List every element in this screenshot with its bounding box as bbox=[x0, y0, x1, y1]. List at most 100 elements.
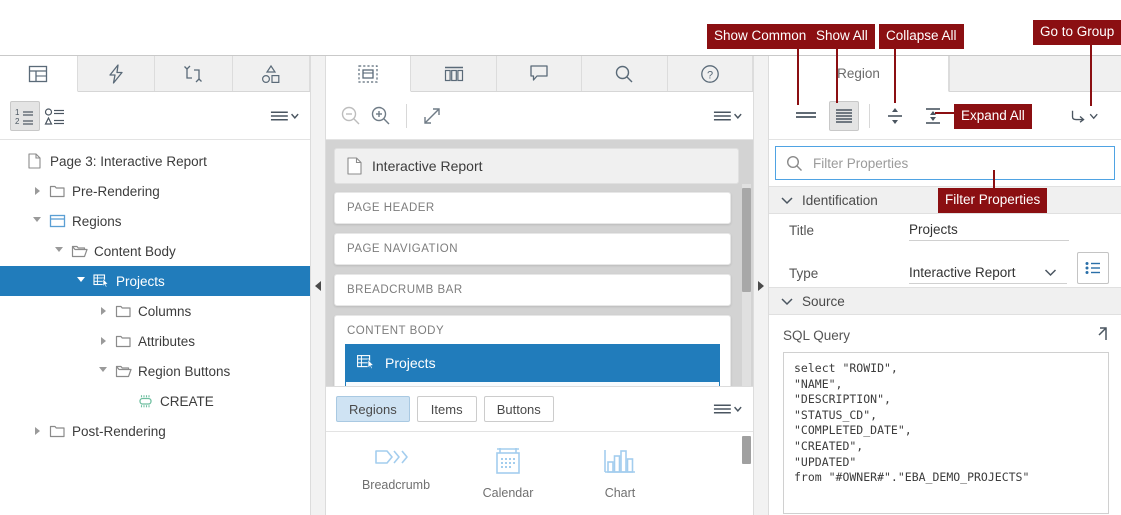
layout-row-page-navigation[interactable]: PAGE NAVIGATION bbox=[334, 233, 731, 265]
gallery-item-label: Breadcrumb bbox=[362, 478, 430, 492]
layout-row-breadcrumb-bar[interactable]: BREADCRUMB BAR bbox=[334, 274, 731, 306]
gallery-scroll-thumb[interactable] bbox=[742, 436, 751, 464]
gallery-tabstrip: Regions Items Buttons bbox=[326, 386, 753, 432]
collapse-left-arrow-icon[interactable] bbox=[315, 281, 321, 291]
page-title: Interactive Report bbox=[372, 158, 483, 174]
leader-filter-properties bbox=[993, 170, 995, 190]
layout-region-projects[interactable]: Projects bbox=[345, 344, 720, 382]
rendering-tree[interactable]: Page 3: Interactive ReportPre-RenderingR… bbox=[0, 140, 310, 515]
leader-collapse-all bbox=[894, 45, 896, 103]
page-icon bbox=[347, 157, 362, 175]
popout-icon[interactable] bbox=[1089, 325, 1109, 345]
filter-properties-input[interactable] bbox=[811, 155, 1104, 172]
tree-twisty-spacer bbox=[116, 386, 134, 416]
tab-help[interactable]: ? bbox=[668, 56, 753, 91]
svg-text:?: ? bbox=[707, 69, 713, 81]
layout-row-page-header[interactable]: PAGE HEADER bbox=[334, 192, 731, 224]
gallery-menu-button[interactable] bbox=[713, 394, 743, 424]
interactive-report-icon bbox=[90, 266, 112, 296]
expand-layout-button[interactable] bbox=[417, 101, 447, 131]
layout-region-body[interactable] bbox=[345, 382, 720, 386]
chevron-down-icon[interactable] bbox=[50, 236, 68, 266]
shapes-list-icon[interactable] bbox=[40, 101, 70, 131]
chevron-down-icon[interactable] bbox=[1040, 268, 1067, 277]
property-label: Type bbox=[789, 266, 909, 284]
tree-item-region-buttons[interactable]: Region Buttons bbox=[0, 356, 310, 386]
collapse-right-arrow-icon[interactable] bbox=[758, 281, 764, 291]
chevron-right-icon[interactable] bbox=[28, 176, 46, 206]
chevron-right-icon[interactable] bbox=[28, 416, 46, 446]
search-icon bbox=[786, 155, 803, 172]
gallery-tab-buttons[interactable]: Buttons bbox=[484, 396, 554, 422]
tab-messages[interactable] bbox=[497, 56, 582, 91]
collapse-all-button[interactable] bbox=[880, 101, 910, 131]
page-title-bar[interactable]: Interactive Report bbox=[334, 148, 739, 184]
chevron-down-icon[interactable] bbox=[72, 266, 90, 296]
tree-item-projects[interactable]: Projects bbox=[0, 266, 310, 296]
chevron-down-icon[interactable] bbox=[28, 206, 46, 236]
left-splitter[interactable] bbox=[310, 56, 326, 515]
property-row-title: Title Projects bbox=[769, 214, 1121, 244]
gallery-item-breadcrumb[interactable]: Breadcrumb bbox=[340, 446, 452, 515]
tab-grid[interactable] bbox=[411, 56, 496, 91]
show-all-button[interactable] bbox=[829, 101, 859, 131]
type-select[interactable]: Interactive Report bbox=[909, 265, 1067, 284]
numbered-list-icon[interactable]: 12 bbox=[10, 101, 40, 131]
gallery-item-chart[interactable]: Chart bbox=[564, 446, 676, 515]
go-to-group-button[interactable] bbox=[1069, 101, 1099, 131]
property-editor-toolbar bbox=[769, 92, 1121, 140]
title-field[interactable]: Projects bbox=[909, 222, 1069, 241]
tree-item-regions[interactable]: Regions bbox=[0, 206, 310, 236]
left-panel-menu-button[interactable] bbox=[270, 101, 300, 131]
tab-shared-components[interactable] bbox=[233, 56, 311, 91]
tab-page-search[interactable] bbox=[582, 56, 667, 91]
property-group-source[interactable]: Source bbox=[769, 287, 1121, 315]
folder-open-icon bbox=[68, 236, 90, 266]
gallery[interactable]: Breadcrumb Calendar Chart bbox=[326, 432, 753, 515]
tree-item-content-body[interactable]: Content Body bbox=[0, 236, 310, 266]
tree-item-post-rendering[interactable]: Post-Rendering bbox=[0, 416, 310, 446]
tab-processing[interactable] bbox=[155, 56, 233, 91]
layout-toolbar bbox=[326, 92, 753, 140]
filter-properties-bar[interactable] bbox=[775, 146, 1115, 180]
tree-item-label: Attributes bbox=[134, 334, 195, 349]
tab-layout[interactable] bbox=[326, 56, 411, 92]
gallery-tab-regions[interactable]: Regions bbox=[336, 396, 410, 422]
layout-tabstrip: ? bbox=[326, 56, 753, 92]
expand-all-button[interactable] bbox=[918, 101, 948, 131]
layout-menu-button[interactable] bbox=[713, 101, 743, 131]
canvas-scroll-thumb[interactable] bbox=[742, 188, 751, 292]
chevron-right-icon[interactable] bbox=[94, 326, 112, 356]
annotation-show-common: Show Common bbox=[707, 24, 813, 49]
gallery-tab-items[interactable]: Items bbox=[417, 396, 477, 422]
chevron-down-icon bbox=[781, 193, 793, 208]
sql-query-textarea[interactable]: select "ROWID", "NAME", "DESCRIPTION", "… bbox=[783, 352, 1109, 514]
tab-region[interactable]: Region bbox=[769, 56, 949, 92]
chevron-right-icon[interactable] bbox=[94, 296, 112, 326]
property-label: Title bbox=[789, 223, 909, 241]
tree-item-pre-rendering[interactable]: Pre-Rendering bbox=[0, 176, 310, 206]
tree-item-create[interactable]: CREATE bbox=[0, 386, 310, 416]
zoom-out-button[interactable] bbox=[336, 101, 366, 131]
layout-canvas[interactable]: PAGE HEADER PAGE NAVIGATION BREADCRUMB BAR… bbox=[326, 184, 753, 386]
tab-dynamic-actions[interactable] bbox=[78, 56, 156, 91]
content-body-box[interactable]: CONTENT BODY Projects bbox=[334, 315, 731, 386]
lightning-bolt-icon bbox=[107, 64, 125, 84]
sql-query-property: SQL Query select "ROWID", "NAME", "DESCR… bbox=[769, 315, 1121, 514]
zoom-in-button[interactable] bbox=[366, 101, 396, 131]
left-panel-tabstrip bbox=[0, 56, 310, 92]
content-body-label: CONTENT BODY bbox=[345, 325, 720, 344]
chevron-down-icon[interactable] bbox=[94, 356, 112, 386]
show-common-button[interactable] bbox=[791, 101, 821, 131]
right-splitter[interactable] bbox=[753, 56, 769, 515]
tree-item-columns[interactable]: Columns bbox=[0, 296, 310, 326]
tree-item-page-3-interactive-report[interactable]: Page 3: Interactive Report bbox=[0, 146, 310, 176]
property-value: Interactive Report bbox=[909, 265, 1040, 280]
tree-item-attributes[interactable]: Attributes bbox=[0, 326, 310, 356]
gallery-item-calendar[interactable]: Calendar bbox=[452, 446, 564, 515]
list-icon[interactable] bbox=[1077, 252, 1109, 284]
region-icon bbox=[46, 206, 68, 236]
breadcrumb-icon bbox=[374, 446, 418, 471]
button-icon bbox=[134, 386, 156, 416]
tab-rendering[interactable] bbox=[0, 56, 78, 92]
